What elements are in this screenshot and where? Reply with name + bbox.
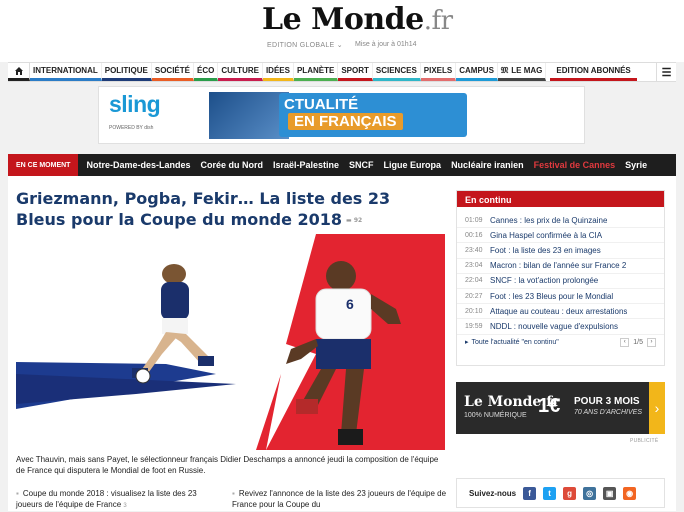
trending-item[interactable]: SNCF [349,160,374,170]
nav-sciences[interactable]: SCIENCES [372,63,421,81]
facebook-icon[interactable]: f [523,486,537,500]
article-hero-image[interactable]: 6 [16,234,445,450]
rss-icon[interactable]: ◉ [623,486,637,500]
nav-societe[interactable]: SOCIÉTÉ [151,63,194,81]
live-news-panel: En continu 01:09 Cannes : les prix de la … [456,190,665,366]
trending-item[interactable]: Festival de Cannes [534,160,616,170]
edition-selector[interactable]: EDITION GLOBALE ⌄ [267,41,343,49]
live-news-row[interactable]: 19:59 NDDL : nouvelle vague d'expulsions [457,319,664,335]
prev-page-button[interactable]: ‹ [620,337,630,347]
live-news-row[interactable]: 23:04 Macron : bilan de l'année sur Franc… [457,259,664,274]
next-page-button[interactable]: › [647,337,656,347]
pager: ‹ 1/5 › [620,337,656,347]
live-news-row[interactable]: 23:40 Foot : la liste des 23 en images [457,243,664,259]
promo-duration: POUR 3 MOIS [574,396,640,407]
nav-pixels[interactable]: PIXELS [420,63,457,81]
site-logo[interactable]: Le Monde.fr [262,2,453,37]
live-news-row[interactable]: 20:27 Foot : les 23 Bleus pour le Mondial [457,289,664,305]
live-news-row[interactable]: 20:10 Attaque au couteau : deux arrestati… [457,304,664,320]
ad-label: PUBLICITÉ [630,438,659,444]
main-nav: INTERNATIONAL POLITIQUE SOCIÉTÉ ÉCO CULT… [8,62,676,82]
trending-item[interactable]: Israël-Palestine [273,160,339,170]
nav-culture[interactable]: CULTURE [218,63,263,81]
sling-sub: POWERED BY dish [109,125,154,131]
nav-planete[interactable]: PLANÈTE [293,63,339,81]
live-news-title: En continu [457,191,664,207]
home-icon[interactable] [8,63,30,81]
trending-item[interactable]: Nucléaire iranien [451,160,524,170]
live-news-row[interactable]: 00:16 Gina Haspel confirmée à la CIA [457,228,664,244]
googleplus-icon[interactable]: g [563,486,577,500]
tv-presenters-image [209,92,289,139]
ad-text-actualite: CTUALITÉ [284,96,359,113]
follow-us: Suivez-nous f t g ◎ ▣ ◉ [456,478,665,508]
m-logo-icon: 𝔐 [500,65,509,75]
related-link[interactable]: ▪ Revivez l'annonce de la liste des 23 jo… [232,488,452,510]
nav-sport[interactable]: SPORT [338,63,373,81]
trending-item[interactable]: Ligue Europa [384,160,442,170]
promo-price: 1€ [538,395,561,417]
update-time: Mise à jour à 01h14 [355,41,417,48]
all-news-link[interactable]: Toute l'actualité "en continu" [472,339,559,346]
nav-edition-abonnes[interactable]: EDITION ABONNÉS [550,63,637,81]
trending-tag: EN CE MOMENT [8,154,79,176]
chevron-right-icon[interactable]: › [649,382,665,434]
bullet-icon: ▪ [232,489,235,498]
nav-idees[interactable]: IDÉES [262,63,294,81]
nav-lemag[interactable]: 𝔐 LE MAG [497,63,547,81]
live-news-row[interactable]: 22:04 SNCF : la vot'action prolongée [457,274,664,289]
trending-item[interactable]: Syrie [625,160,647,170]
hamburger-menu-icon[interactable]: ☰ [656,63,676,81]
ad-banner[interactable]: sling POWERED BY dish CTUALITÉ EN FRANÇA… [98,86,585,144]
article-caption: Avec Thauvin, mais sans Payet, le sélect… [16,455,439,475]
pinterest-icon[interactable]: ▣ [603,486,617,500]
bullet-icon: ▪ [16,489,19,498]
sling-logo: sling [109,91,161,117]
jersey-number: 6 [346,296,354,312]
bullet-icon: ▸ [465,339,469,346]
trending-bar: EN CE MOMENT Notre-Dame-des-Landes Corée… [8,154,676,176]
twitter-icon[interactable]: t [543,486,557,500]
page-indicator: 1/5 [633,338,643,346]
nav-international[interactable]: INTERNATIONAL [30,63,102,81]
nav-eco[interactable]: ÉCO [193,63,219,81]
chevron-down-icon: ⌄ [336,42,343,49]
site-header: Le Monde.fr EDITION GLOBALE ⌄ Mise à jou… [0,0,684,62]
promo-archives: 70 ANS D'ARCHIVES [574,409,642,416]
related-link[interactable]: ▪ Coupe du monde 2018 : visualisez la lis… [16,488,216,512]
comment-count: 3 [123,503,127,509]
follow-label: Suivez-nous [469,488,517,498]
trending-item[interactable]: Notre-Dame-des-Landes [86,160,190,170]
promo-sub: 100% NUMÉRIQUE [464,412,527,419]
instagram-icon[interactable]: ◎ [583,486,597,500]
live-news-footer: ▸ Toute l'actualité "en continu" ‹ 1/5 › [457,335,664,350]
nav-campus[interactable]: CAMPUS [456,63,498,81]
ad-text-francais: EN FRANÇAIS [288,113,403,130]
nav-politique[interactable]: POLITIQUE [101,63,152,81]
article-headline[interactable]: Griezmann, Pogba, Fekir… La liste des 23… [16,188,436,231]
comment-count[interactable]: ▬ 92 [346,210,362,231]
trending-item[interactable]: Corée du Nord [200,160,263,170]
subscription-promo[interactable]: Le Monde.fr 100% NUMÉRIQUE 1€ POUR 3 MOI… [456,382,665,434]
comment-icon: ▬ [346,217,352,224]
live-news-row[interactable]: 01:09 Cannes : les prix de la Quinzaine [457,213,664,229]
